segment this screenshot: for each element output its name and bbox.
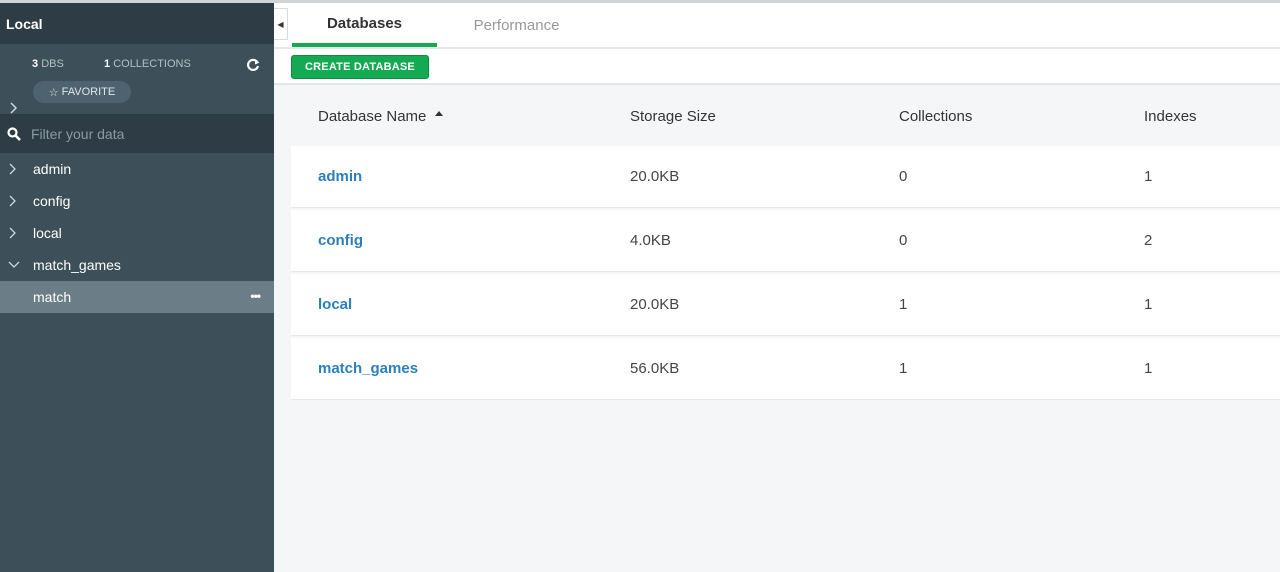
collections-cell: 1 [899,360,908,377]
table-row: admin 20.0KB 0 1 [291,146,1280,208]
sidebar: Local 3 DBS 1 COLLECTIONS ☆ FAVORITE adm… [0,0,274,572]
indexes-cell: 2 [1144,232,1153,249]
caret-left-icon: ◀ [277,19,284,29]
collections-label: COLLECTIONS [113,58,191,70]
database-list: admin config local match_games match ••• [0,153,274,313]
filter-bar [0,114,274,153]
collection-label: match [33,289,72,305]
database-name-link[interactable]: config [318,232,363,249]
favorite-label: FAVORITE [61,86,116,98]
chevron-right-icon[interactable] [8,162,33,176]
dbs-count: 3 [32,58,39,70]
header-indexes[interactable]: Indexes [1144,108,1197,125]
header-label: Database Name [318,108,427,125]
collections-cell: 1 [899,296,908,313]
indexes-cell: 1 [1144,296,1153,313]
database-name-link[interactable]: admin [318,168,362,185]
table-header: Database Name Storage Size Collections I… [291,88,1280,144]
sidebar-item-label: admin [33,161,72,177]
sidebar-collection-match[interactable]: match ••• [0,281,274,313]
dbs-stat: 3 DBS [32,58,64,70]
star-icon: ☆ [48,86,59,99]
refresh-icon[interactable] [246,58,260,72]
tab-performance[interactable]: Performance [444,3,589,47]
indexes-cell: 1 [1144,168,1153,185]
sidebar-item-label: config [33,193,71,209]
sidebar-item-match-games[interactable]: match_games [0,249,274,281]
database-name-link[interactable]: local [318,296,352,313]
indexes-cell: 1 [1144,360,1153,377]
sidebar-item-label: match_games [33,257,121,273]
storage-size-cell: 20.0KB [630,168,680,185]
collections-count: 1 [104,58,111,70]
chevron-right-icon[interactable] [8,226,33,240]
collections-cell: 0 [899,232,908,249]
create-database-button[interactable]: CREATE DATABASE [291,55,429,79]
sort-asc-icon [434,111,443,116]
header-collections[interactable]: Collections [899,108,972,125]
header-database-name[interactable]: Database Name [318,108,444,125]
dbs-label: DBS [41,58,64,70]
chevron-right-icon[interactable] [8,194,33,208]
stats-row: 3 DBS 1 COLLECTIONS [0,58,274,72]
more-options-icon[interactable]: ••• [250,289,261,303]
favorite-button[interactable]: ☆ FAVORITE [33,81,131,103]
filter-input[interactable] [31,125,251,142]
table-row: match_games 56.0KB 1 1 [291,338,1280,400]
tab-databases[interactable]: Databases [292,3,437,47]
database-name-link[interactable]: match_games [318,360,418,377]
chevron-down-icon[interactable] [8,260,33,270]
storage-size-cell: 20.0KB [630,296,680,313]
main-content: Databases Performance CREATE DATABASE Da… [274,0,1280,572]
table-row: local 20.0KB 1 1 [291,274,1280,336]
sidebar-item-admin[interactable]: admin [0,153,274,185]
instance-stats [0,44,274,114]
table-row: config 4.0KB 0 2 [291,210,1280,272]
storage-size-cell: 4.0KB [630,232,671,249]
sidebar-item-config[interactable]: config [0,185,274,217]
tab-bar: Databases Performance [274,3,1280,47]
sidebar-item-label: local [33,225,62,241]
collapse-sidebar-button[interactable]: ◀ [274,8,288,40]
connection-title: Local [0,0,274,44]
collections-stat: 1 COLLECTIONS [104,58,191,70]
search-icon [7,126,21,141]
chevron-right-icon[interactable] [9,101,19,115]
collections-cell: 0 [899,168,908,185]
toolbar: CREATE DATABASE [274,47,1280,85]
storage-size-cell: 56.0KB [630,360,680,377]
sidebar-item-local[interactable]: local [0,217,274,249]
header-storage-size[interactable]: Storage Size [630,108,716,125]
